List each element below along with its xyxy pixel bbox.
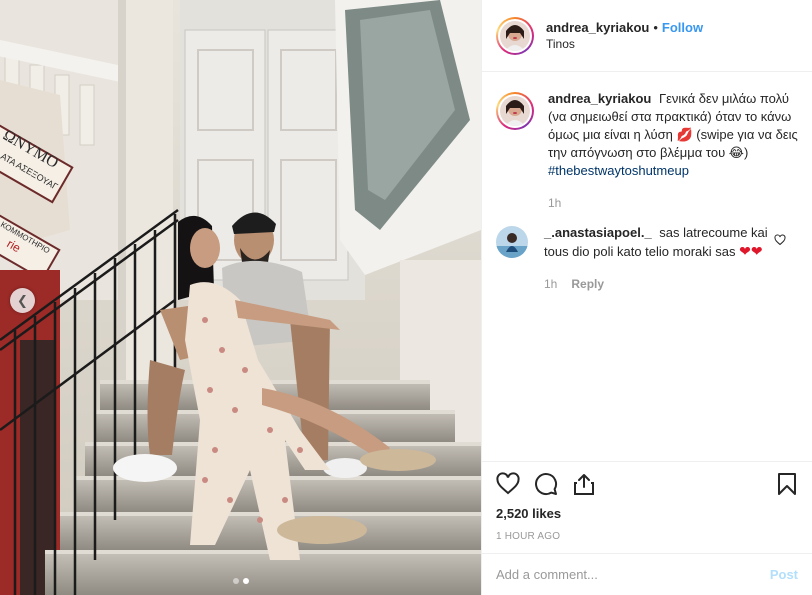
post-modal: ΩΝΥΜΟ ΑΤΑ ΑΣΕΞΟΥΑΓ ΚΟΜΜΟΤΗΡΙΟ rie ❮ andr…: [0, 0, 812, 595]
chevron-left-icon: ❮: [17, 292, 28, 308]
caption-avatar-image: [500, 96, 530, 126]
post-timestamp[interactable]: 1 HOUR AGO: [496, 531, 798, 542]
heart-icon[interactable]: [496, 472, 520, 496]
post-comment-button[interactable]: Post: [770, 567, 798, 582]
carousel-dot-2: [242, 578, 249, 584]
comment-time[interactable]: 1h: [544, 275, 557, 293]
bookmark-icon[interactable]: [776, 472, 798, 496]
comment-hearts: ❤❤: [739, 243, 763, 259]
caption-hashtag[interactable]: #thebestwaytoshutmeup: [548, 163, 689, 178]
add-comment-input[interactable]: [496, 567, 770, 582]
header-username[interactable]: andrea_kyriakou: [546, 20, 649, 35]
caption-avatar[interactable]: [496, 92, 534, 130]
reply-button[interactable]: Reply: [571, 275, 604, 293]
comment-item: _.anastasiapoel._ sas latrecoume kai tou…: [496, 224, 798, 293]
caption-username[interactable]: andrea_kyriakou: [548, 91, 651, 106]
comment-like-heart-icon[interactable]: [774, 234, 786, 246]
carousel-dot-1: [232, 578, 239, 584]
comments-section: andrea_kyriakou Γενικά δεν μιλάω πολύ (ν…: [482, 72, 812, 461]
carousel-prev-button[interactable]: ❮: [10, 288, 35, 313]
avatar[interactable]: [496, 16, 534, 55]
carousel-dots: [0, 578, 481, 584]
comment-meta: 1h Reply: [544, 275, 772, 293]
share-icon[interactable]: [572, 472, 596, 496]
caption-meta: 1h: [548, 194, 798, 212]
comment-icon[interactable]: [534, 472, 558, 496]
photo-illustration: ΩΝΥΜΟ ΑΤΑ ΑΣΕΞΟΥΑΓ ΚΟΜΜΟΤΗΡΙΟ rie: [0, 0, 481, 595]
comment-username[interactable]: _.anastasiapoel._: [544, 225, 652, 240]
post-header: andrea_kyriakou • Follow Tinos: [482, 0, 812, 72]
caption-time[interactable]: 1h: [548, 194, 561, 212]
post-photo[interactable]: ΩΝΥΜΟ ΑΤΑ ΑΣΕΞΟΥΑΓ ΚΟΜΜΟΤΗΡΙΟ rie ❮: [0, 0, 481, 595]
caption: andrea_kyriakou Γενικά δεν μιλάω πολύ (ν…: [496, 90, 798, 212]
commenter-avatar[interactable]: [496, 226, 528, 258]
action-bar: 2,520 likes 1 HOUR AGO Post: [482, 461, 812, 595]
header-separator: •: [653, 19, 658, 35]
location-link[interactable]: Tinos: [546, 36, 703, 53]
comment-composer: Post: [482, 553, 812, 595]
post-sidebar: andrea_kyriakou • Follow Tinos andrea_kyri…: [481, 0, 812, 595]
follow-button[interactable]: Follow: [662, 20, 703, 35]
likes-count[interactable]: 2,520 likes: [496, 506, 798, 521]
avatar-image: [500, 20, 530, 51]
